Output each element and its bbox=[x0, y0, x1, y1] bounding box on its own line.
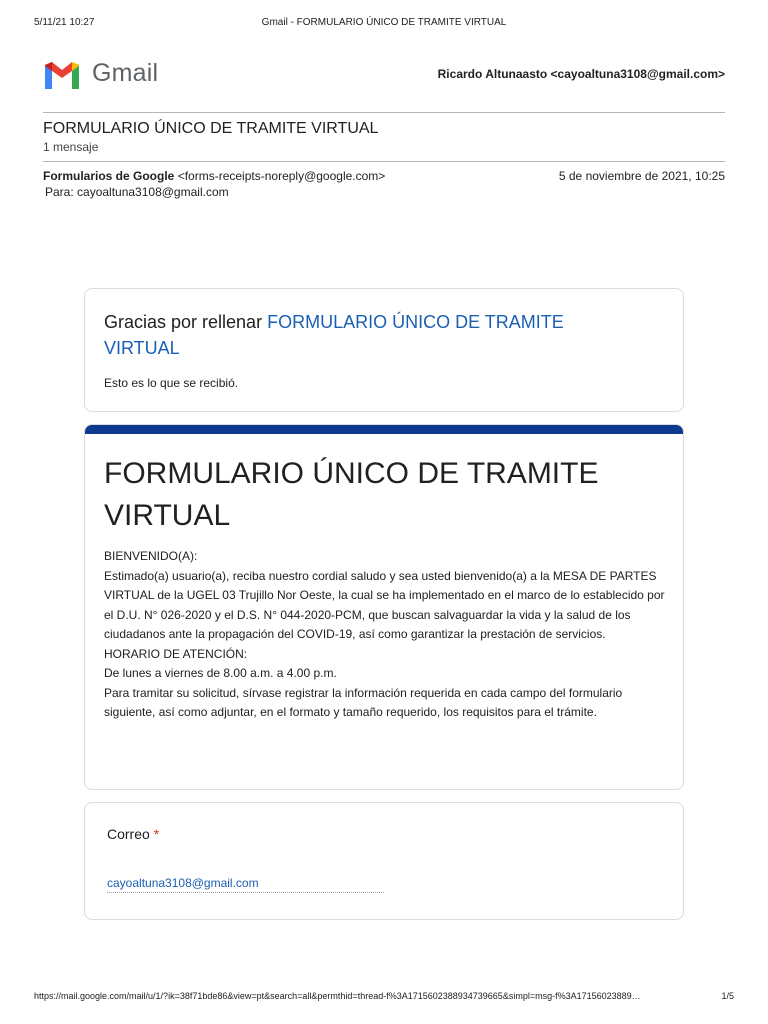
question-card: Correo * cayoaltuna3108@gmail.com bbox=[84, 802, 684, 920]
message-date: 5 de noviembre de 2021, 10:25 bbox=[558, 169, 725, 183]
gmail-logo[interactable]: Gmail bbox=[43, 59, 173, 93]
account-line: Ricardo Altunaasto <cayoaltuna3108@gmail… bbox=[437, 67, 725, 81]
divider bbox=[43, 112, 725, 113]
divider bbox=[43, 161, 725, 162]
recipient-line: Para: cayoaltuna3108@gmail.com bbox=[45, 185, 229, 199]
form-header-card: FORMULARIO ÚNICO DE TRAMITE VIRTUAL BIEN… bbox=[84, 424, 684, 790]
answer-email-link[interactable]: cayoaltuna3108@gmail.com bbox=[107, 876, 384, 893]
sender-name: Formularios de Google bbox=[43, 169, 175, 183]
gmail-wordmark: Gmail bbox=[92, 59, 159, 87]
thanks-text: Gracias por rellenar FORMULARIO ÚNICO DE… bbox=[104, 309, 624, 361]
form-title: FORMULARIO ÚNICO DE TRAMITE VIRTUAL bbox=[104, 457, 599, 532]
required-asterisk: * bbox=[153, 826, 160, 842]
sender-email: <forms-receipts-noreply@google.com> bbox=[177, 169, 386, 183]
thanks-card: Gracias por rellenar FORMULARIO ÚNICO DE… bbox=[84, 288, 684, 412]
sender-line: Formularios de Google <forms-receipts-no… bbox=[43, 169, 385, 183]
print-footer: https://mail.google.com/mail/u/1/?ik=38f… bbox=[0, 991, 768, 1005]
gmail-m-logo-icon bbox=[45, 62, 79, 89]
print-header: 5/11/21 10:27 Gmail - FORMULARIO ÚNICO D… bbox=[0, 17, 768, 31]
thread-subject: FORMULARIO ÚNICO DE TRAMITE VIRTUAL bbox=[43, 120, 379, 137]
form-description: BIENVENIDO(A): Estimado(a) usuario(a), r… bbox=[104, 549, 665, 719]
question-label-text: Correo bbox=[107, 826, 150, 842]
thanks-prefix: Gracias por rellenar bbox=[104, 312, 263, 332]
page-number: 1/5 bbox=[721, 991, 734, 1001]
footer-url: https://mail.google.com/mail/u/1/?ik=38f… bbox=[34, 991, 641, 1001]
form-accent-bar bbox=[85, 425, 683, 434]
question-label: Correo * bbox=[107, 826, 159, 842]
received-note: Esto es lo que se recibió. bbox=[104, 376, 239, 390]
print-title: Gmail - FORMULARIO ÚNICO DE TRAMITE VIRT… bbox=[261, 17, 507, 28]
message-count: 1 mensaje bbox=[43, 140, 99, 154]
